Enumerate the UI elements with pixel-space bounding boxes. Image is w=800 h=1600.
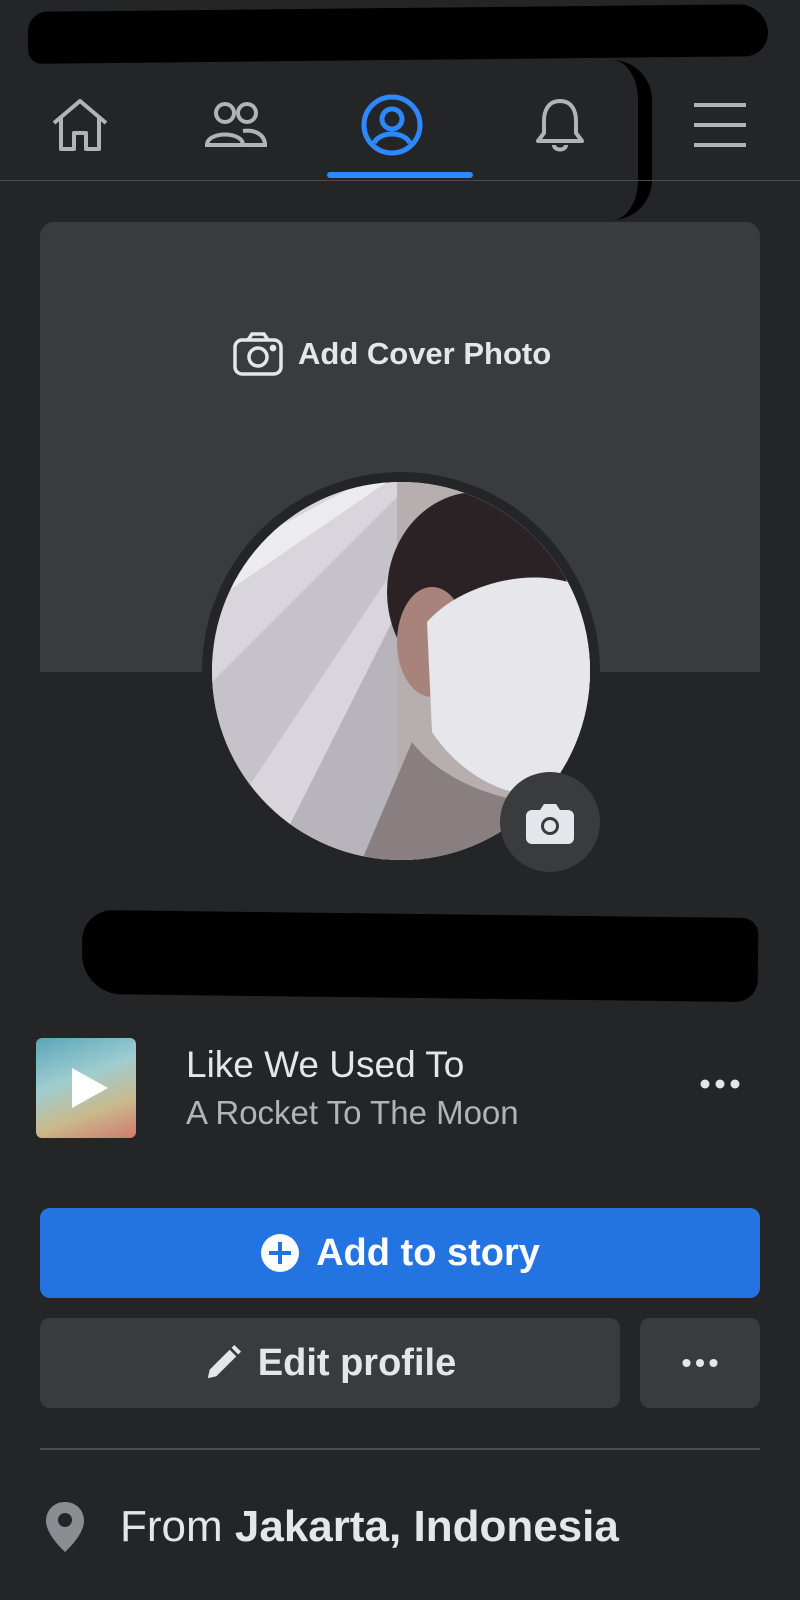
top-navigation	[0, 70, 800, 181]
from-prefix: From	[120, 1502, 223, 1551]
add-to-story-label: Add to story	[316, 1231, 540, 1274]
from-location: Jakarta, Indonesia	[234, 1502, 619, 1551]
song-album-art[interactable]	[36, 1038, 136, 1138]
section-divider	[40, 1448, 760, 1450]
profile-more-button[interactable]	[640, 1318, 760, 1408]
song-more-button[interactable]	[692, 1064, 748, 1104]
more-options-icon	[682, 1358, 718, 1368]
profile-icon	[361, 94, 423, 156]
add-to-story-button[interactable]: Add to story	[40, 1208, 760, 1298]
plus-circle-icon	[261, 1234, 300, 1272]
nav-home[interactable]	[30, 80, 130, 170]
redacted-status-bar	[27, 4, 769, 64]
redacted-profile-name	[81, 909, 759, 1003]
song-title: Like We Used To	[186, 1044, 465, 1085]
nav-notifications[interactable]	[510, 80, 610, 170]
add-cover-photo-label: Add Cover Photo	[298, 336, 552, 371]
nav-menu[interactable]	[670, 80, 770, 170]
change-profile-picture-button[interactable]	[500, 772, 600, 872]
location-pin-icon	[46, 1502, 84, 1552]
bell-icon	[536, 99, 584, 152]
pencil-icon	[207, 1344, 241, 1379]
hometown-row: From Jakarta, Indonesia	[44, 1500, 619, 1554]
play-icon	[72, 1068, 108, 1108]
nav-friends[interactable]	[185, 80, 285, 170]
active-tab-indicator	[327, 172, 473, 178]
camera-icon	[233, 332, 283, 376]
more-options-icon	[700, 1079, 740, 1089]
song-artist: A Rocket To The Moon	[186, 1094, 519, 1131]
nav-profile[interactable]	[342, 80, 442, 170]
home-icon	[52, 99, 108, 151]
edit-profile-label: Edit profile	[257, 1341, 457, 1384]
edit-profile-button[interactable]: Edit profile	[40, 1318, 620, 1408]
camera-icon	[526, 804, 574, 844]
friends-icon	[204, 102, 267, 147]
hamburger-menu-icon	[694, 103, 746, 147]
add-cover-photo-button[interactable]: Add Cover Photo	[232, 330, 551, 378]
